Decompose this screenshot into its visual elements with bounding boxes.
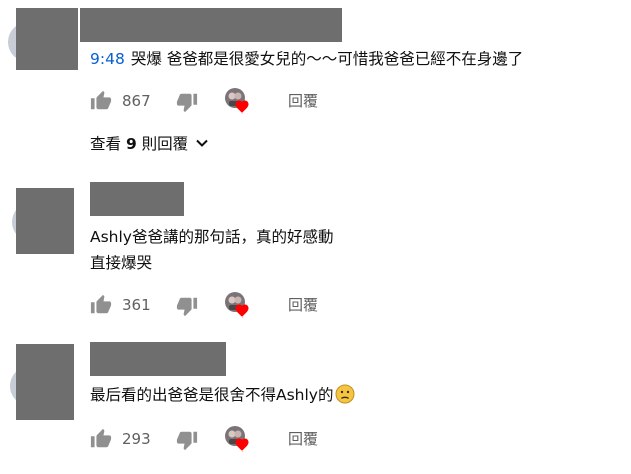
timestamp-link[interactable]: 9:48 (90, 50, 125, 68)
commenter-name-redacted[interactable] (90, 182, 184, 216)
comment-action-bar: 361 回覆 (90, 292, 390, 318)
comment-text-line-2: 直接爆哭 (90, 254, 153, 272)
thumbs-down-icon[interactable] (176, 429, 198, 451)
creator-heart-icon (225, 426, 249, 452)
like-count: 361 (122, 296, 151, 314)
comment-text-line: 最后看的出爸爸是很舍不得Ashly的 (90, 386, 334, 404)
commenter-avatar[interactable] (12, 188, 74, 254)
comment-3: 最后看的出爸爸是很舍不得Ashly的 293 回覆 (0, 340, 631, 474)
thumbs-up-icon[interactable] (90, 90, 112, 112)
commenter-avatar[interactable] (10, 344, 74, 420)
comment-text: 9:48 哭爆 爸爸都是很愛女兒的～～可惜我爸爸已經不在身邊了 (90, 48, 523, 70)
creator-heart-icon (225, 88, 249, 114)
comment-text-line: 哭爆 爸爸都是很愛女兒的～～可惜我爸爸已經不在身邊了 (130, 50, 524, 68)
comment-2: Ashly爸爸講的那句話，真的好感動 直接爆哭 361 回覆 (0, 180, 631, 330)
thumbs-down-icon[interactable] (176, 295, 198, 317)
comment-1: 9:48 哭爆 爸爸都是很愛女兒的～～可惜我爸爸已經不在身邊了 867 回覆 查看… (0, 0, 631, 185)
thumbs-up-icon[interactable] (90, 294, 112, 316)
comment-text-line-1: Ashly爸爸講的那句話，真的好感動 (90, 228, 334, 246)
thumbs-down-icon[interactable] (176, 91, 198, 113)
commenter-name-redacted[interactable] (80, 8, 342, 42)
commenter-name-redacted[interactable] (90, 342, 226, 376)
comment-action-bar: 867 回覆 (90, 88, 390, 114)
chevron-down-icon (196, 139, 208, 147)
thumbs-up-icon[interactable] (90, 428, 112, 450)
comment-action-bar: 293 回覆 (90, 426, 390, 452)
comment-text: 最后看的出爸爸是很舍不得Ashly的 (90, 384, 355, 406)
sad-face-emoji (335, 384, 355, 404)
creator-heart-icon (225, 292, 249, 318)
commenter-avatar[interactable] (8, 8, 78, 70)
view-replies-button[interactable]: 查看 9 則回覆 (90, 133, 210, 155)
reply-button[interactable]: 回覆 (288, 91, 318, 111)
reply-button[interactable]: 回覆 (288, 295, 318, 315)
reply-button[interactable]: 回覆 (288, 429, 318, 449)
reply-count: 9 (125, 135, 137, 153)
like-count: 293 (122, 430, 151, 448)
like-count: 867 (122, 92, 151, 110)
